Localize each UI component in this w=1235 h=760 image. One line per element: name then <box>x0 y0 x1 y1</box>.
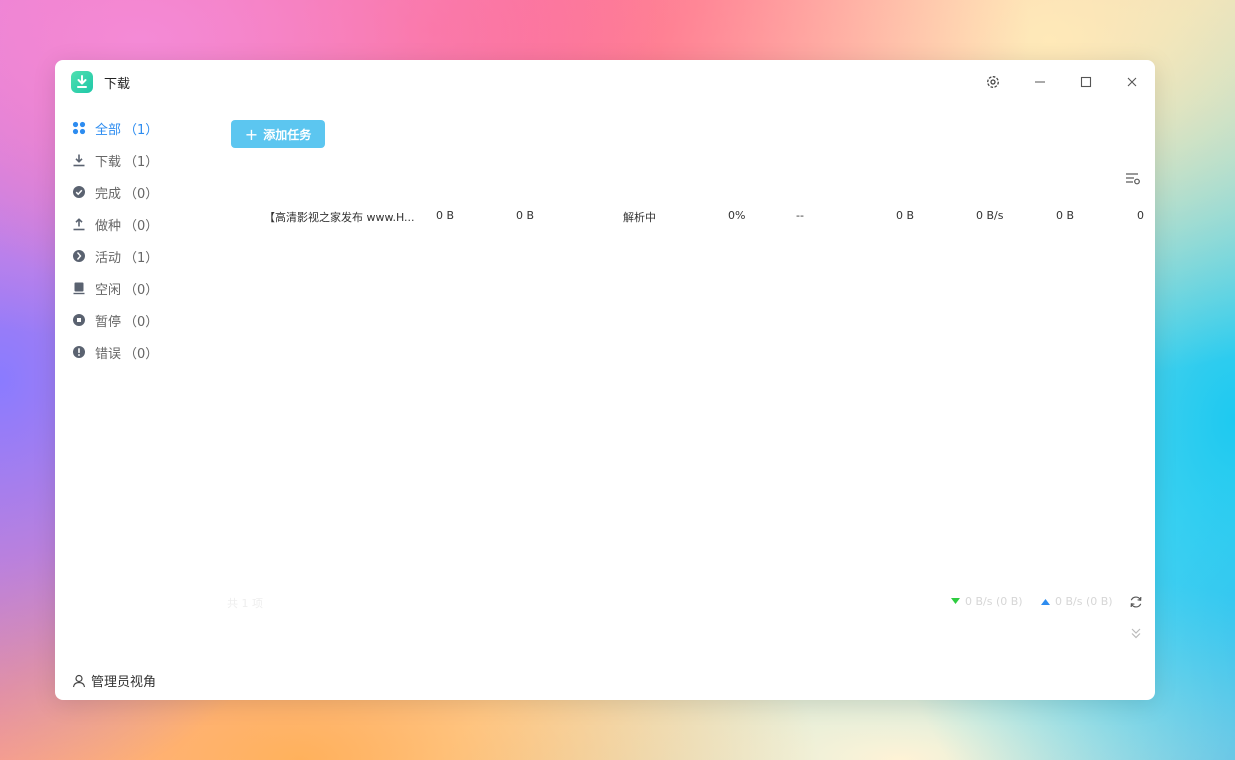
cell-progress: 0% <box>728 209 746 222</box>
sidebar-item-completed[interactable]: 完成 （0） <box>55 176 215 208</box>
sidebar: 全部 （1） 下载 （1） 完成 （0） 做种 （0） 活动 （1） 空闲 （0… <box>55 112 215 368</box>
cell-size: 0 B <box>436 209 455 222</box>
settings-button[interactable] <box>983 72 1003 92</box>
cell-status: 解析中 <box>623 211 656 224</box>
cell-speed: 0 B/s <box>976 209 1004 222</box>
sidebar-item-download[interactable]: 下载 （1） <box>55 144 215 176</box>
cell-last: 0 <box>1137 209 1144 222</box>
upload-icon <box>71 216 87 232</box>
sidebar-item-all[interactable]: 全部 （1） <box>55 112 215 144</box>
sidebar-item-label: 活动 <box>95 250 122 266</box>
sidebar-item-count: （0） <box>124 346 159 362</box>
sidebar-item-count: （1） <box>124 122 159 138</box>
upload-arrow-icon <box>1041 599 1050 605</box>
sidebar-item-label: 全部 <box>95 122 122 138</box>
window-title: 下载 <box>104 77 131 92</box>
cell-eta: -- <box>796 209 804 222</box>
minimize-icon <box>1035 81 1045 83</box>
table-row[interactable]: 【高清影视之家发布 www.H... 0 B 0 B 解析中 0% -- 0 B… <box>231 206 1147 228</box>
download-speed-value: 0 B/s (0 B) <box>965 595 1023 608</box>
sidebar-item-label: 完成 <box>95 186 122 202</box>
refresh-icon <box>1130 596 1142 608</box>
admin-view-toggle[interactable]: 管理员视角 <box>71 671 156 690</box>
check-circle-icon <box>71 184 87 200</box>
upload-speed-value: 0 B/s (0 B) <box>1055 595 1113 608</box>
column-settings-button[interactable] <box>1125 170 1141 186</box>
sidebar-item-paused[interactable]: 暂停 （0） <box>55 304 215 336</box>
download-arrow-icon <box>951 598 960 604</box>
table-header <box>231 164 1141 192</box>
sidebar-item-label: 做种 <box>95 218 122 234</box>
item-count: 共 1 项 <box>227 597 263 610</box>
upload-speed: 0 B/s (0 B) <box>1041 595 1113 608</box>
add-task-label: 添加任务 <box>263 127 312 142</box>
error-circle-icon <box>71 344 87 360</box>
sidebar-item-count: （0） <box>124 314 159 330</box>
minimize-button[interactable] <box>1030 72 1050 92</box>
sidebar-item-idle[interactable]: 空闲 （0） <box>55 272 215 304</box>
sidebar-item-error[interactable]: 错误 （0） <box>55 336 215 368</box>
user-icon <box>71 673 87 689</box>
sidebar-item-count: （0） <box>124 186 159 202</box>
maximize-button[interactable] <box>1076 72 1096 92</box>
cell-name: 【高清影视之家发布 www.H... <box>264 211 415 224</box>
title-bar: 下载 <box>55 60 1155 104</box>
expand-button[interactable] <box>1130 625 1142 639</box>
close-button[interactable] <box>1122 72 1142 92</box>
sidebar-item-count: （1） <box>124 250 159 266</box>
download-window: 下载 全部 （1） 下载 （1） 完成 （0） 做种 （0） 活动 （1） 空闲… <box>55 60 1155 700</box>
sidebar-item-count: （1） <box>124 154 159 170</box>
pause-circle-icon <box>71 312 87 328</box>
sidebar-item-label: 错误 <box>95 346 122 362</box>
close-icon <box>1127 77 1137 87</box>
sidebar-item-active[interactable]: 活动 （1） <box>55 240 215 272</box>
double-chevron-down-icon <box>1131 628 1141 639</box>
sidebar-item-seeding[interactable]: 做种 （0） <box>55 208 215 240</box>
sidebar-item-count: （0） <box>124 218 159 234</box>
cell-remaining: 0 B <box>1056 209 1075 222</box>
plus-icon: + <box>244 124 259 144</box>
sidebar-item-label: 空闲 <box>95 282 122 298</box>
column-settings-icon <box>1126 173 1140 185</box>
sidebar-item-label: 下载 <box>95 154 122 170</box>
download-icon <box>71 152 87 168</box>
activity-icon <box>71 248 87 264</box>
gear-icon <box>987 76 999 88</box>
idle-icon <box>71 280 87 296</box>
sidebar-item-label: 暂停 <box>95 314 122 330</box>
add-task-button[interactable]: + 添加任务 <box>231 120 325 148</box>
cell-uploaded: 0 B <box>896 209 915 222</box>
maximize-icon <box>1080 76 1092 88</box>
admin-view-label: 管理员视角 <box>91 675 157 690</box>
download-app-icon <box>71 71 93 93</box>
download-speed: 0 B/s (0 B) <box>951 595 1023 608</box>
sidebar-item-count: （0） <box>124 282 159 298</box>
refresh-button[interactable] <box>1129 594 1143 608</box>
grid-icon <box>71 120 87 136</box>
cell-downloaded: 0 B <box>516 209 535 222</box>
